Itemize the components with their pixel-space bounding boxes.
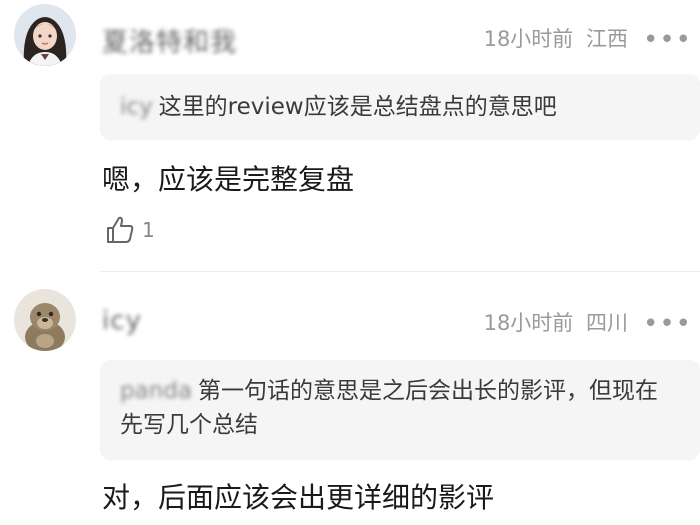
quote-text: 第一句话的意思是之后会出长的影评，但现在先写几个总结 [120, 378, 658, 438]
more-options-icon[interactable]: ••• [643, 27, 692, 53]
thumbs-up-icon [107, 216, 134, 243]
quote-text: 这里的review应该是总结盘点的意思吧 [158, 94, 557, 120]
comment-meta: 18小时前 四川 [484, 307, 628, 337]
quote-author: icy [120, 94, 153, 120]
like-count: 1 [142, 218, 155, 242]
user-avatar-image [14, 289, 76, 351]
username[interactable]: 夏洛特和我 [102, 22, 237, 59]
avatar[interactable] [14, 289, 76, 351]
user-avatar-image [14, 4, 76, 66]
like-button[interactable]: 1 [104, 214, 155, 246]
location: 四川 [586, 311, 628, 335]
avatar[interactable] [14, 4, 76, 66]
timestamp: 18小时前 [483, 311, 574, 335]
location: 江西 [586, 27, 628, 51]
divider [100, 271, 700, 272]
timestamp: 18小时前 [483, 27, 574, 51]
username[interactable]: icy [102, 306, 142, 336]
quoted-reply[interactable]: panda 第一句话的意思是之后会出长的影评，但现在先写几个总结 [100, 360, 700, 460]
more-options-icon[interactable]: ••• [643, 311, 692, 337]
comment-text: 嗯，应该是完整复盘 [102, 163, 355, 196]
comment-meta: 18小时前 江西 [484, 23, 628, 53]
comment-text: 对，后面应该会出更详细的影评 [102, 481, 495, 514]
quote-author: panda [120, 378, 192, 404]
quoted-reply[interactable]: icy 这里的review应该是总结盘点的意思吧 [100, 74, 700, 140]
